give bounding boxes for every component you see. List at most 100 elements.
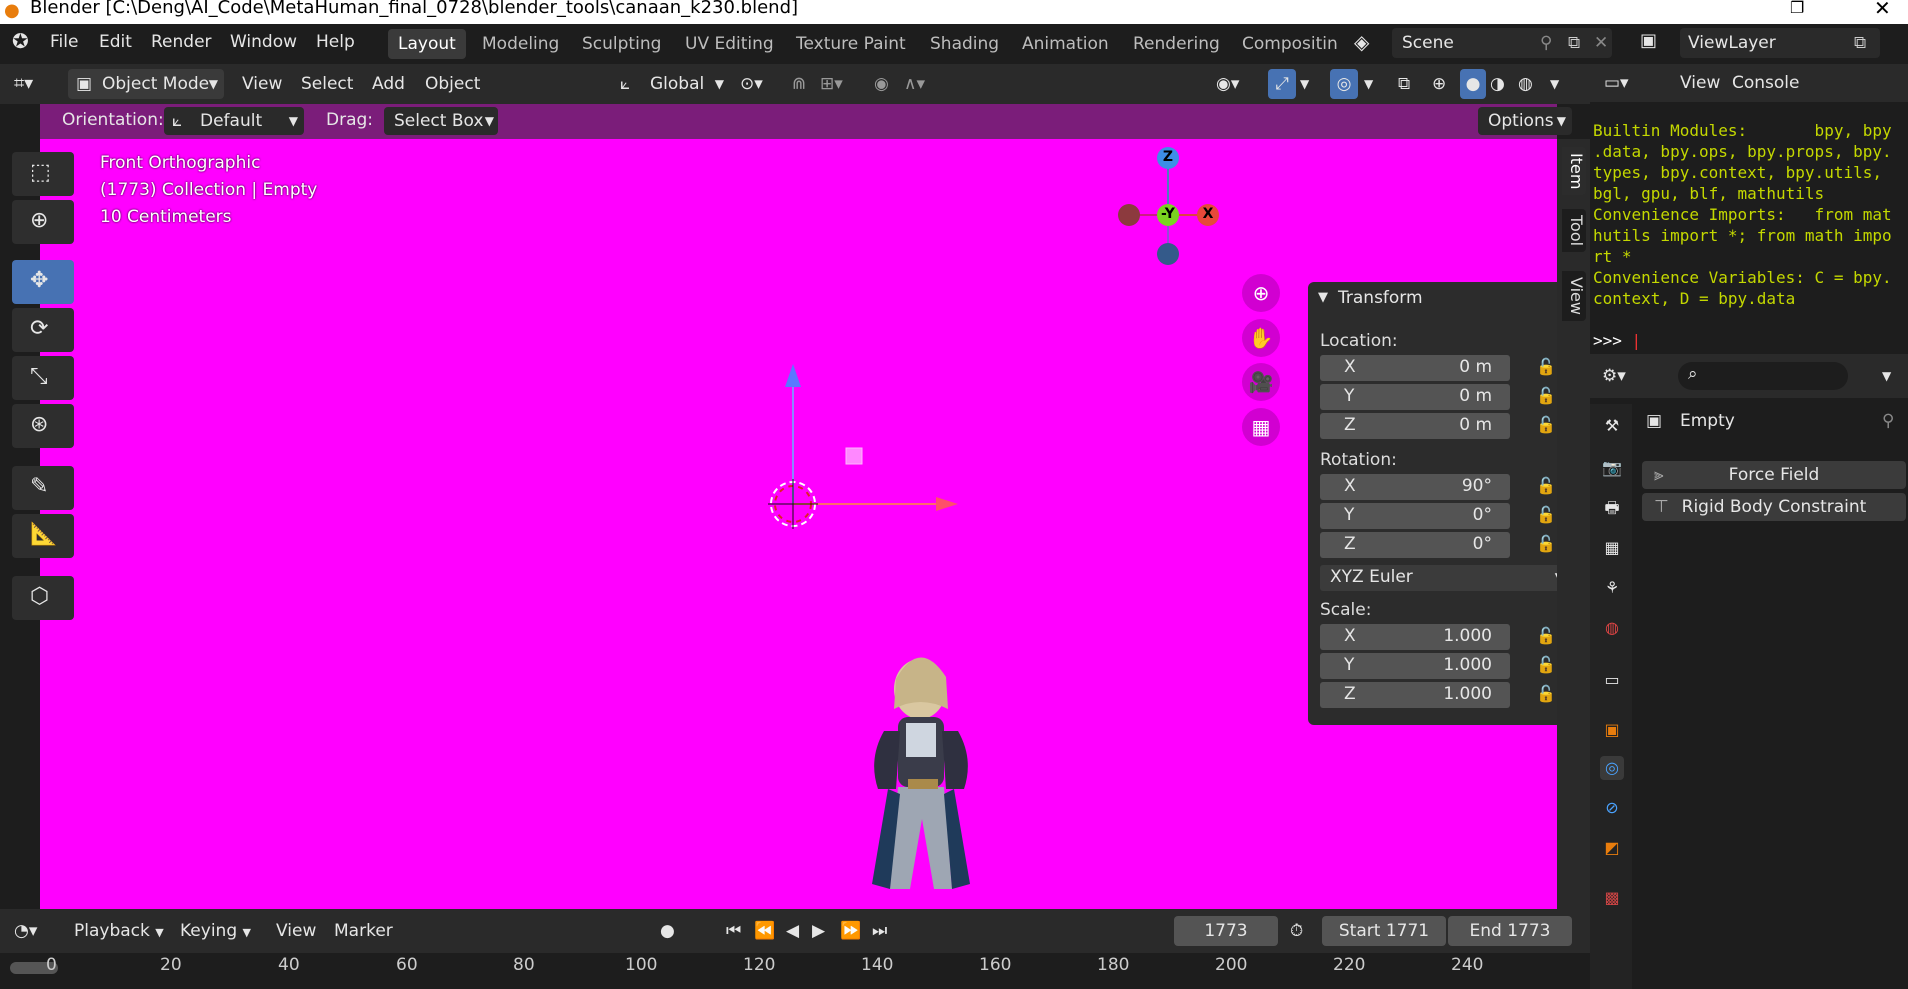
jump-end-icon[interactable]: ⏭: [872, 916, 887, 946]
stopwatch-icon[interactable]: ⏱: [1290, 916, 1303, 946]
menu-file[interactable]: File: [50, 32, 78, 52]
menu-window[interactable]: Window: [230, 32, 297, 52]
menu-help[interactable]: Help: [316, 32, 355, 52]
xray-icon[interactable]: ⧉: [1398, 69, 1410, 99]
force-field-button[interactable]: ⫸ Force Field: [1642, 461, 1906, 489]
lock-icon[interactable]: 🔓: [1536, 357, 1557, 376]
tab-compositing[interactable]: Compositin: [1232, 29, 1344, 59]
tab-modeling[interactable]: Modeling: [472, 29, 569, 59]
data-tab-icon[interactable]: ◩: [1600, 836, 1624, 860]
play-reverse-icon[interactable]: ◀: [786, 916, 799, 946]
lock-icon[interactable]: 🔓: [1536, 534, 1557, 553]
move-tool[interactable]: ✥: [12, 260, 74, 304]
timeline-view-menu[interactable]: View: [276, 916, 316, 946]
timeline-editor-type-icon[interactable]: ◔▾: [14, 916, 37, 946]
rotate-tool[interactable]: ⟳: [12, 308, 74, 352]
properties-search-input[interactable]: ⌕: [1678, 362, 1848, 390]
console-view-menu[interactable]: View: [1680, 68, 1720, 98]
rotation-x-field[interactable]: X 90°: [1320, 474, 1510, 500]
blender-menu-icon[interactable]: ✪: [12, 29, 29, 53]
scene-tab-icon[interactable]: ⚘: [1600, 576, 1624, 600]
jump-keyframe-forward-icon[interactable]: ⏩: [840, 916, 861, 946]
python-console[interactable]: ▭▾ View Console Builtin Modules: bpy, bp…: [1590, 64, 1908, 354]
3d-viewport[interactable]: Front Orthographic (1773) Collection | E…: [40, 139, 1557, 909]
properties-options-icon[interactable]: ▼: [1882, 361, 1891, 391]
overlays-toggle-icon[interactable]: ◎: [1330, 69, 1358, 99]
options-dropdown[interactable]: Options ▼: [1478, 107, 1572, 135]
wireframe-shading-icon[interactable]: ⊕: [1432, 69, 1446, 99]
transform-tool[interactable]: ⊛: [12, 404, 74, 448]
snap-increment-icon[interactable]: ⊞▾: [820, 69, 843, 99]
lock-icon[interactable]: 🔓: [1536, 655, 1557, 674]
collapse-chevron-icon[interactable]: ▼: [1318, 290, 1328, 305]
gizmo-dropdown-icon[interactable]: ▼: [1300, 69, 1309, 99]
rigid-body-constraint-button[interactable]: ⊤ Rigid Body Constraint: [1642, 493, 1906, 521]
ortho-grid-icon[interactable]: ▦: [1242, 408, 1280, 446]
drag-dropdown[interactable]: Select Box ▼: [384, 107, 498, 135]
viewlayer-selector[interactable]: ViewLayer ⧉: [1680, 28, 1880, 58]
physics-tab-icon[interactable]: ◎: [1600, 756, 1624, 780]
pivot-point-icon[interactable]: ⊙▾: [740, 69, 763, 99]
tab-texture-paint[interactable]: Texture Paint: [786, 29, 916, 59]
scale-z-field[interactable]: Z 1.000: [1320, 682, 1510, 708]
console-editor-type-icon[interactable]: ▭▾: [1604, 68, 1629, 98]
snap-icon[interactable]: ⋒: [792, 69, 806, 99]
pin-icon[interactable]: ⚲: [1882, 411, 1894, 431]
tab-sculpting[interactable]: Sculpting: [572, 29, 671, 59]
orientation-dropdown[interactable]: ⟀ Default ▼: [164, 107, 304, 135]
marker-menu[interactable]: Marker: [334, 916, 393, 946]
location-x-field[interactable]: X 0 m: [1320, 355, 1510, 381]
rotation-z-field[interactable]: Z 0°: [1320, 532, 1510, 558]
material-shading-icon[interactable]: ◑: [1490, 69, 1505, 99]
collection-tab-icon[interactable]: ▭: [1600, 668, 1624, 692]
lock-icon[interactable]: 🔓: [1536, 415, 1557, 434]
lock-icon[interactable]: 🔓: [1536, 505, 1557, 524]
falloff-icon[interactable]: ∧▾: [904, 69, 925, 99]
output-tab-icon[interactable]: 🖶: [1600, 496, 1624, 520]
pin-icon[interactable]: ⚲: [1540, 28, 1552, 58]
new-viewlayer-icon[interactable]: ⧉: [1854, 28, 1866, 58]
cursor-tool[interactable]: ⊕: [12, 200, 74, 244]
editor-type-icon[interactable]: ⌗▾: [14, 69, 33, 99]
overlays-dropdown-icon[interactable]: ▼: [1364, 69, 1373, 99]
transform-gizmo[interactable]: [740, 359, 1000, 579]
annotate-tool[interactable]: ✎: [12, 466, 74, 510]
measure-tool[interactable]: 📐: [12, 514, 74, 558]
jump-start-icon[interactable]: ⏮: [726, 916, 741, 946]
lock-icon[interactable]: 🔓: [1536, 626, 1557, 645]
view-layer-tab-icon[interactable]: ▦: [1600, 536, 1624, 560]
delete-scene-icon[interactable]: ✕: [1594, 28, 1608, 58]
zoom-icon[interactable]: ⊕: [1242, 274, 1280, 312]
visibility-icon[interactable]: ◉▾: [1216, 69, 1239, 99]
lock-icon[interactable]: 🔓: [1536, 684, 1557, 703]
tab-shading[interactable]: Shading: [920, 29, 1009, 59]
playback-menu[interactable]: Playback ▼: [74, 916, 164, 946]
tool-tab-icon[interactable]: ⚒: [1600, 414, 1624, 438]
console-prompt[interactable]: >>> |: [1593, 330, 1641, 351]
record-icon[interactable]: ●: [660, 916, 675, 946]
proportional-edit-icon[interactable]: ◉: [874, 69, 889, 99]
lock-icon[interactable]: 🔓: [1536, 386, 1557, 405]
properties-editor-type-icon[interactable]: ⚙▾: [1602, 361, 1626, 391]
menu-render[interactable]: Render: [151, 32, 212, 52]
tab-uv-editing[interactable]: UV Editing: [675, 29, 784, 59]
menu-add[interactable]: Add: [372, 69, 405, 99]
rotation-y-field[interactable]: Y 0°: [1320, 503, 1510, 529]
tab-tool[interactable]: Tool: [1562, 209, 1586, 253]
character-model[interactable]: [848, 639, 988, 909]
select-box-tool[interactable]: ⬚: [12, 152, 74, 196]
tab-item[interactable]: Item: [1562, 147, 1586, 196]
menu-view[interactable]: View: [242, 69, 282, 99]
tab-rendering[interactable]: Rendering: [1123, 29, 1230, 59]
tab-layout[interactable]: Layout: [388, 29, 466, 59]
gizmo-toggle-icon[interactable]: ⤢: [1268, 69, 1296, 99]
mode-dropdown[interactable]: ▣ Object Mode ▼: [68, 69, 224, 99]
end-frame-field[interactable]: End 1773: [1448, 916, 1572, 946]
menu-select[interactable]: Select: [301, 69, 353, 99]
close-icon[interactable]: ✕: [1874, 0, 1891, 20]
location-z-field[interactable]: Z 0 m: [1320, 413, 1510, 439]
current-frame-field[interactable]: 1773: [1174, 916, 1278, 946]
camera-view-icon[interactable]: 🎥: [1242, 363, 1280, 401]
new-scene-icon[interactable]: ⧉: [1568, 28, 1580, 58]
maximize-icon[interactable]: ❐: [1790, 0, 1804, 17]
